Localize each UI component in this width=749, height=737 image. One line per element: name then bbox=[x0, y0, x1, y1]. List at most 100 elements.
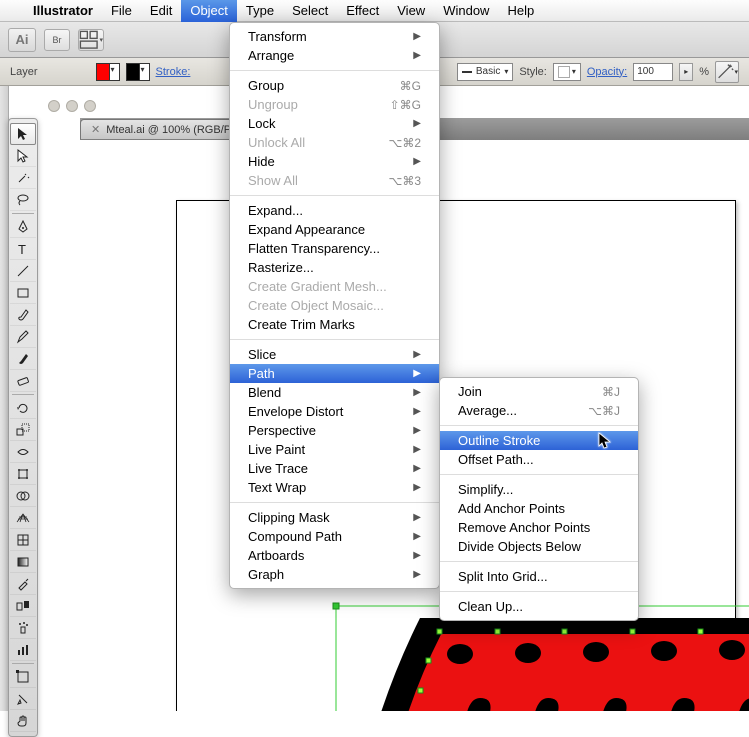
eyedropper-tool[interactable] bbox=[10, 573, 36, 595]
ai-logo-icon: Ai bbox=[8, 28, 36, 52]
direct-selection-tool[interactable] bbox=[10, 145, 36, 167]
mesh-tool[interactable] bbox=[10, 529, 36, 551]
symbol-sprayer-tool[interactable] bbox=[10, 617, 36, 639]
mi-expand-appearance[interactable]: Expand Appearance bbox=[230, 220, 439, 239]
blend-tool[interactable] bbox=[10, 595, 36, 617]
mi-average[interactable]: Average...⌥⌘J bbox=[440, 401, 638, 420]
mi-perspective[interactable]: Perspective▶ bbox=[230, 421, 439, 440]
bridge-icon[interactable]: Br bbox=[44, 29, 70, 51]
mi-group[interactable]: Group⌘G bbox=[230, 76, 439, 95]
pen-tool[interactable] bbox=[10, 216, 36, 238]
mi-flatten-transparency[interactable]: Flatten Transparency... bbox=[230, 239, 439, 258]
menu-type[interactable]: Type bbox=[237, 0, 283, 22]
blob-brush-tool[interactable] bbox=[10, 348, 36, 370]
hand-tool[interactable] bbox=[10, 710, 36, 732]
slice-tool[interactable] bbox=[10, 688, 36, 710]
magic-wand-tool[interactable] bbox=[10, 167, 36, 189]
width-tool[interactable] bbox=[10, 441, 36, 463]
wand-prefs-icon[interactable]: ▾ bbox=[715, 61, 739, 83]
mi-hide[interactable]: Hide▶ bbox=[230, 152, 439, 171]
stroke-swatch[interactable] bbox=[126, 63, 150, 81]
close-tab-icon[interactable]: ✕ bbox=[91, 123, 100, 136]
mi-graph[interactable]: Graph▶ bbox=[230, 565, 439, 584]
mi-create-trim-marks[interactable]: Create Trim Marks bbox=[230, 315, 439, 334]
close-window-icon[interactable] bbox=[48, 100, 60, 112]
mi-simplify[interactable]: Simplify... bbox=[440, 480, 638, 499]
mi-show-all: Show All⌥⌘3 bbox=[230, 171, 439, 190]
mi-rasterize[interactable]: Rasterize... bbox=[230, 258, 439, 277]
rotate-tool[interactable] bbox=[10, 397, 36, 419]
mi-path[interactable]: Path▶ bbox=[230, 364, 439, 383]
mac-menubar: Illustrator File Edit Object Type Select… bbox=[0, 0, 749, 22]
mi-add-anchor-points[interactable]: Add Anchor Points bbox=[440, 499, 638, 518]
mi-ungroup: Ungroup⇧⌘G bbox=[230, 95, 439, 114]
mi-text-wrap[interactable]: Text Wrap▶ bbox=[230, 478, 439, 497]
mi-create-gradient-mesh: Create Gradient Mesh... bbox=[230, 277, 439, 296]
selection-tool[interactable] bbox=[10, 123, 36, 145]
shape-builder-tool[interactable] bbox=[10, 485, 36, 507]
grid-icon bbox=[79, 30, 98, 49]
graph-tool[interactable] bbox=[10, 639, 36, 661]
pencil-tool[interactable] bbox=[10, 326, 36, 348]
mi-join[interactable]: Join⌘J bbox=[440, 382, 638, 401]
opacity-link[interactable]: Opacity: bbox=[587, 66, 627, 78]
menu-object[interactable]: Object bbox=[181, 0, 237, 22]
mi-offset-path[interactable]: Offset Path... bbox=[440, 450, 638, 469]
menu-file[interactable]: File bbox=[102, 0, 141, 22]
path-submenu: Join⌘J Average...⌥⌘J Outline Stroke Offs… bbox=[439, 377, 639, 621]
menu-edit[interactable]: Edit bbox=[141, 0, 181, 22]
toolbox: T bbox=[8, 118, 38, 737]
mi-lock[interactable]: Lock▶ bbox=[230, 114, 439, 133]
mi-transform[interactable]: Transform▶ bbox=[230, 27, 439, 46]
menu-select[interactable]: Select bbox=[283, 0, 337, 22]
type-tool[interactable]: T bbox=[10, 238, 36, 260]
menu-effect[interactable]: Effect bbox=[337, 0, 388, 22]
arrange-docs-icon[interactable]: ▾ bbox=[78, 29, 104, 51]
app-menu[interactable]: Illustrator bbox=[24, 0, 102, 22]
mi-arrange[interactable]: Arrange▶ bbox=[230, 46, 439, 65]
lasso-tool[interactable] bbox=[10, 189, 36, 211]
menu-window[interactable]: Window bbox=[434, 0, 498, 22]
free-transform-tool[interactable] bbox=[10, 463, 36, 485]
zoom-window-icon[interactable] bbox=[84, 100, 96, 112]
scale-tool[interactable] bbox=[10, 419, 36, 441]
style-label: Style: bbox=[519, 66, 547, 78]
mi-slice[interactable]: Slice▶ bbox=[230, 345, 439, 364]
svg-text:T: T bbox=[18, 242, 26, 256]
mi-divide-objects-below[interactable]: Divide Objects Below bbox=[440, 537, 638, 556]
artboard-tool[interactable] bbox=[10, 666, 36, 688]
percent-label: % bbox=[699, 66, 709, 78]
rectangle-tool[interactable] bbox=[10, 282, 36, 304]
mi-clipping-mask[interactable]: Clipping Mask▶ bbox=[230, 508, 439, 527]
mi-create-object-mosaic: Create Object Mosaic... bbox=[230, 296, 439, 315]
mi-split-into-grid[interactable]: Split Into Grid... bbox=[440, 567, 638, 586]
paintbrush-tool[interactable] bbox=[10, 304, 36, 326]
mi-live-trace[interactable]: Live Trace▶ bbox=[230, 459, 439, 478]
eraser-tool[interactable] bbox=[10, 370, 36, 392]
mi-clean-up[interactable]: Clean Up... bbox=[440, 597, 638, 616]
window-controls bbox=[48, 100, 96, 112]
layer-label: Layer bbox=[10, 66, 38, 78]
mi-envelope-distort[interactable]: Envelope Distort▶ bbox=[230, 402, 439, 421]
mi-expand[interactable]: Expand... bbox=[230, 201, 439, 220]
wand-icon bbox=[716, 62, 734, 80]
style-select[interactable]: ▾ bbox=[553, 63, 581, 81]
opacity-stepper[interactable]: ▸ bbox=[679, 63, 693, 81]
brush-select[interactable]: Basic▾ bbox=[457, 63, 513, 81]
perspective-grid-tool[interactable] bbox=[10, 507, 36, 529]
opacity-input[interactable]: 100 bbox=[633, 63, 673, 81]
cursor-icon bbox=[598, 432, 612, 450]
minimize-window-icon[interactable] bbox=[66, 100, 78, 112]
menu-help[interactable]: Help bbox=[498, 0, 543, 22]
mi-live-paint[interactable]: Live Paint▶ bbox=[230, 440, 439, 459]
mi-remove-anchor-points[interactable]: Remove Anchor Points bbox=[440, 518, 638, 537]
gradient-tool[interactable] bbox=[10, 551, 36, 573]
mi-blend[interactable]: Blend▶ bbox=[230, 383, 439, 402]
mi-compound-path[interactable]: Compound Path▶ bbox=[230, 527, 439, 546]
stroke-link[interactable]: Stroke: bbox=[156, 66, 191, 78]
menu-view[interactable]: View bbox=[388, 0, 434, 22]
mi-artboards[interactable]: Artboards▶ bbox=[230, 546, 439, 565]
fill-swatch[interactable] bbox=[96, 63, 120, 81]
mi-unlock-all: Unlock All⌥⌘2 bbox=[230, 133, 439, 152]
line-tool[interactable] bbox=[10, 260, 36, 282]
